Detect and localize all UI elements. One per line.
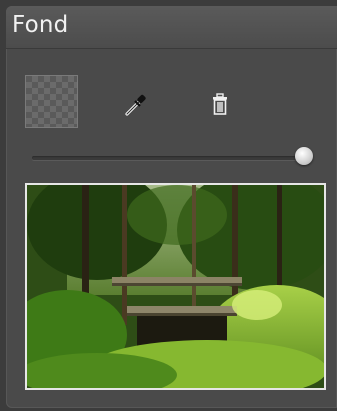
opacity-slider-thumb[interactable] (294, 147, 313, 165)
eyedropper-icon (125, 94, 146, 116)
opacity-slider-track[interactable] (32, 156, 312, 160)
background-panel: Fond (6, 6, 337, 408)
panel-header: Fond (6, 6, 337, 49)
panel-title: Fond (12, 12, 69, 38)
eyedropper-button[interactable] (121, 90, 151, 120)
background-image-preview[interactable] (25, 183, 326, 390)
forest-bridge-photo (27, 185, 324, 388)
background-color-swatch[interactable] (25, 75, 78, 128)
trash-icon (213, 93, 227, 115)
delete-background-button[interactable] (205, 90, 235, 120)
